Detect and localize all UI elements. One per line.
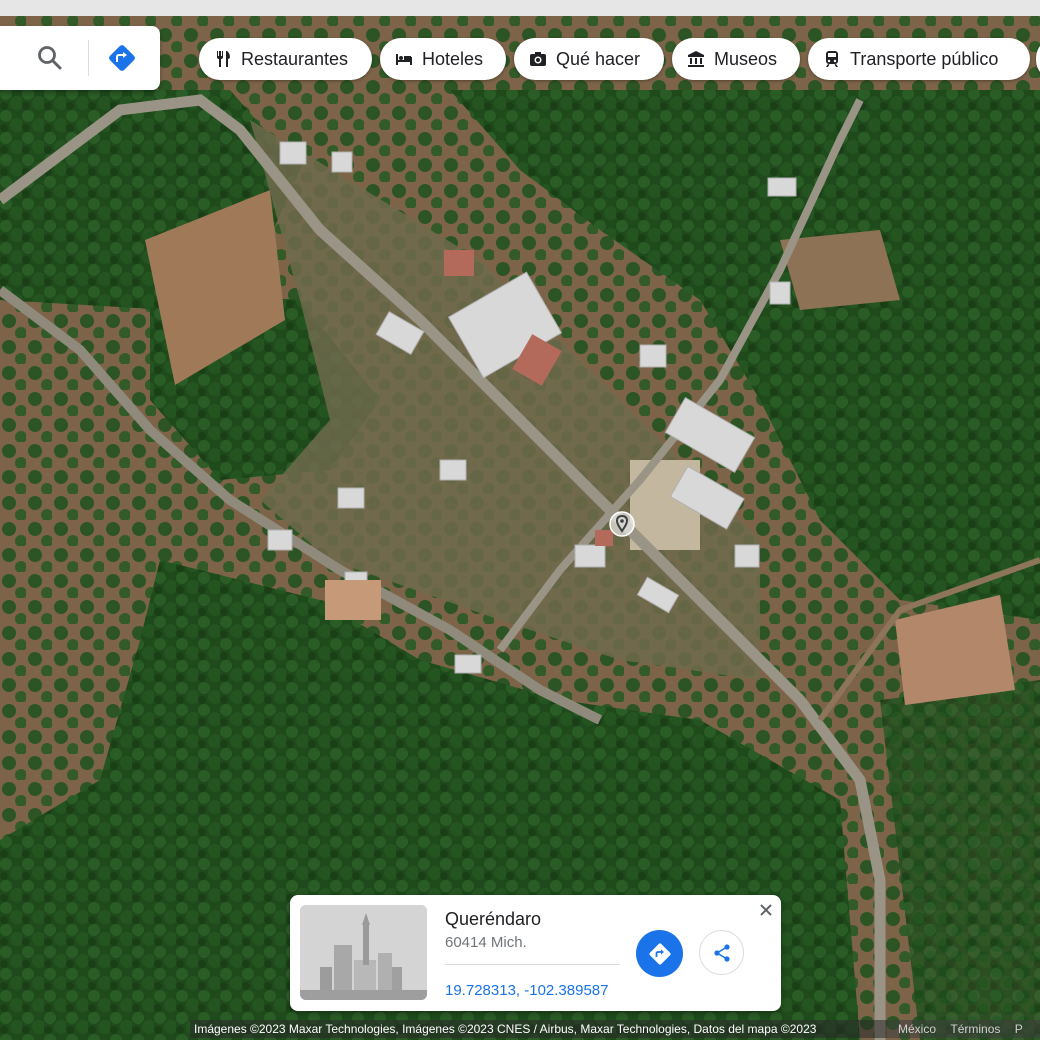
chip-label: Qué hacer	[556, 48, 641, 69]
camera-icon	[528, 49, 548, 69]
search-box[interactable]	[0, 26, 160, 90]
imagery-attribution: Imágenes ©2023 Maxar Technologies, Imáge…	[190, 1020, 887, 1038]
directions-icon	[649, 943, 670, 964]
chip-que-hacer[interactable]: Qué hacer	[514, 38, 664, 80]
museum-icon	[686, 49, 706, 69]
directions-icon[interactable]	[106, 42, 138, 74]
chip-transporte-publico[interactable]: Transporte público	[808, 38, 1030, 80]
building-roof	[769, 281, 791, 305]
place-address: 60414 Mich.	[445, 934, 527, 951]
location-pin-icon[interactable]	[609, 511, 635, 537]
close-button[interactable]	[756, 900, 776, 920]
building-roof	[337, 487, 365, 509]
chip-hoteles[interactable]: Hoteles	[380, 38, 506, 80]
building-roof	[767, 177, 797, 197]
field	[325, 580, 381, 620]
satellite-map[interactable]	[0, 0, 1040, 1040]
building-roof	[639, 344, 667, 368]
directions-button[interactable]	[636, 930, 683, 977]
chip-label: Museos	[714, 48, 778, 69]
building-roof	[439, 459, 467, 481]
card-divider	[445, 964, 620, 965]
browser-top-strip	[0, 0, 1040, 16]
bed-icon	[394, 49, 414, 69]
building-roof	[454, 654, 482, 674]
place-thumbnail[interactable]	[300, 905, 427, 1000]
chip-museos[interactable]: Museos	[672, 38, 800, 80]
chip-label: Hoteles	[422, 48, 484, 69]
extra-link[interactable]: P	[1015, 1022, 1023, 1036]
red-roof	[444, 250, 474, 276]
train-icon	[822, 49, 842, 69]
search-divider	[88, 40, 89, 76]
place-title: Queréndaro	[445, 909, 542, 929]
building-roof	[574, 544, 606, 568]
place-info-card[interactable]: Queréndaro 60414 Mich. 19.728313, -102.3…	[290, 895, 781, 1011]
chip-label: Restaurantes	[241, 48, 349, 69]
building-roof	[734, 544, 760, 568]
share-icon	[713, 943, 730, 962]
country-link[interactable]: México	[898, 1022, 936, 1036]
map-view[interactable]: Restaurantes Hoteles Qué hacer Museos Tr…	[0, 0, 1040, 1040]
footer-links: México Términos P	[887, 1020, 1040, 1038]
search-icon[interactable]	[36, 44, 64, 72]
field	[780, 230, 900, 310]
place-coordinates-link[interactable]: 19.728313, -102.389587	[445, 982, 608, 999]
chip-label: Transporte público	[850, 48, 999, 69]
close-icon	[760, 904, 772, 916]
terms-link[interactable]: Términos	[950, 1022, 1000, 1036]
chip-restaurantes[interactable]: Restaurantes	[199, 38, 372, 80]
share-button[interactable]	[699, 930, 744, 975]
map-footer: Imágenes ©2023 Maxar Technologies, Imáge…	[0, 1020, 1040, 1040]
building-roof	[331, 151, 353, 173]
building-roof	[267, 529, 293, 551]
fork-knife-icon	[213, 49, 233, 69]
building-roof	[279, 141, 307, 165]
